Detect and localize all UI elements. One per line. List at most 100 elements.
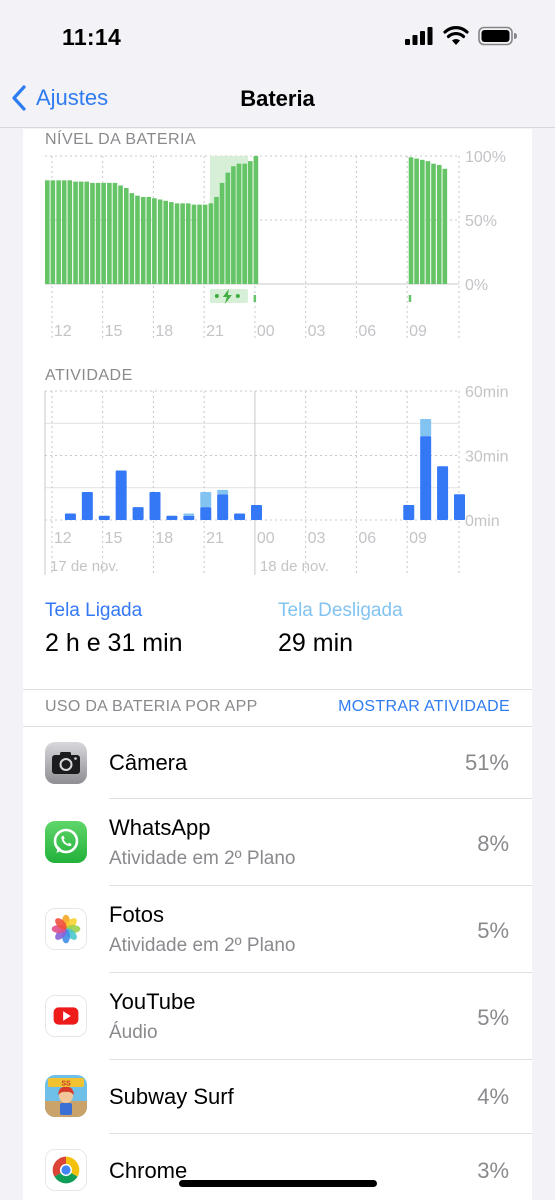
screen-on-bar xyxy=(183,515,195,520)
battery-bar xyxy=(202,204,208,284)
charge-dot xyxy=(214,294,219,298)
app-row-youtube[interactable]: YouTube Áudio 5% xyxy=(23,973,532,1060)
screen-on-bar xyxy=(132,507,144,520)
battery-bar xyxy=(408,157,414,284)
wifi-icon xyxy=(443,26,469,45)
battery-bar xyxy=(414,158,419,284)
screen-on-label: Tela Ligada xyxy=(45,600,143,621)
screen-off-bar xyxy=(200,492,212,508)
camera-icon xyxy=(45,742,87,784)
battery-bar xyxy=(45,180,50,284)
battery-bar xyxy=(118,185,123,284)
app-percentage: 5% xyxy=(477,1005,509,1030)
charge-marker xyxy=(253,295,257,302)
screen-on-bar xyxy=(403,504,415,520)
x-tick-label: 03 xyxy=(308,530,326,547)
screen-on-bar xyxy=(251,504,262,520)
app-subtitle: Atividade em 2º Plano xyxy=(109,848,296,869)
battery-bar xyxy=(56,180,61,284)
battery-bar xyxy=(214,196,219,284)
battery-bar xyxy=(242,163,248,284)
x-tick-label: 15 xyxy=(105,323,123,340)
battery-bar xyxy=(219,182,225,284)
battery-bar xyxy=(140,196,146,284)
battery-bar xyxy=(208,203,214,284)
navigation-bar: Ajustes Bateria xyxy=(0,70,555,128)
battery-bar xyxy=(73,181,78,284)
x-tick-label: 18 xyxy=(155,323,173,340)
battery-bar xyxy=(174,203,180,284)
y-tick-label: 50% xyxy=(465,213,497,230)
screen-on-bar xyxy=(149,492,161,520)
date-label: 18 de nov. xyxy=(260,558,329,575)
app-row-whatsapp[interactable]: WhatsApp Atividade em 2º Plano 8% xyxy=(23,799,532,886)
y-tick-label: 0% xyxy=(465,277,488,294)
screen-off-value: 29 min xyxy=(278,629,354,657)
battery-bar xyxy=(225,172,231,284)
battery-bar xyxy=(152,198,157,284)
screen-on-bar xyxy=(234,513,246,520)
battery-bar xyxy=(124,188,129,284)
battery-bar xyxy=(129,193,135,284)
screen-on-value: 2 h e 31 min xyxy=(45,629,183,657)
screen-on-bar xyxy=(437,466,449,520)
battery-bar xyxy=(50,180,56,284)
battery-bar xyxy=(253,156,259,284)
app-name: Chrome xyxy=(109,1158,188,1183)
app-row-fotos[interactable]: Fotos Atividade em 2º Plano 5% xyxy=(23,886,532,973)
app-row-chrome[interactable]: Chrome 3% xyxy=(23,1134,532,1200)
screen-on-bar xyxy=(115,470,127,520)
x-tick-label: 12 xyxy=(54,530,72,547)
battery-icon xyxy=(478,26,517,46)
chrome-icon xyxy=(45,1149,87,1191)
app-subtitle: Áudio xyxy=(109,1022,158,1043)
show-activity-button[interactable]: MOSTRAR ATIVIDADE xyxy=(338,698,510,716)
battery-bar xyxy=(436,164,442,284)
battery-bar xyxy=(163,200,169,284)
battery-bar xyxy=(112,182,118,284)
app-percentage: 4% xyxy=(477,1084,509,1109)
x-tick-label: 09 xyxy=(409,323,427,340)
app-subtitle: Atividade em 2º Plano xyxy=(109,935,296,956)
battery-bar xyxy=(67,180,73,284)
screen-on-bar xyxy=(98,515,110,520)
battery-level-label: NÍVEL DA BATERIA xyxy=(45,131,197,148)
battery-bar xyxy=(420,159,425,284)
battery-bar xyxy=(61,180,67,284)
x-tick-label: 00 xyxy=(257,530,275,547)
y-tick-label: 0min xyxy=(465,513,500,530)
status-bar: 11:14 xyxy=(0,0,555,70)
battery-bar xyxy=(135,195,140,284)
screen-off-label: Tela Desligada xyxy=(278,600,403,621)
screen-on-bar xyxy=(454,494,465,520)
battery-level-chart: 100% 50% 0% 12 15 18 21 00 03 06 09 xyxy=(45,149,506,340)
battery-bar xyxy=(191,204,197,284)
battery-bar xyxy=(78,181,84,284)
screen-on-bar xyxy=(200,507,212,520)
x-tick-label: 21 xyxy=(206,530,224,547)
y-tick-label: 30min xyxy=(465,449,509,466)
usage-header: USO DA BATERIA POR APP xyxy=(45,698,258,715)
app-row-camera[interactable]: Câmera 51% xyxy=(23,727,532,799)
battery-bar xyxy=(231,166,236,284)
battery-bar xyxy=(84,181,90,284)
app-percentage: 3% xyxy=(477,1158,509,1183)
x-tick-label: 03 xyxy=(308,323,326,340)
activity-chart: 60min 30min 0min 12 15 18 21 00 03 06 09 17 de no… xyxy=(44,384,509,575)
app-name: Subway Surf xyxy=(109,1084,234,1109)
cellular-signal-icon xyxy=(405,27,433,45)
x-tick-label: 21 xyxy=(206,323,224,340)
app-row-subway-surf[interactable]: SS Subway Surf 4% xyxy=(23,1060,532,1134)
home-indicator[interactable] xyxy=(179,1180,377,1187)
charge-dot xyxy=(235,294,240,298)
x-tick-label: 15 xyxy=(105,530,123,547)
battery-bar xyxy=(90,182,95,284)
youtube-icon xyxy=(45,995,87,1037)
x-tick-label: 06 xyxy=(358,323,376,340)
y-tick-label: 100% xyxy=(465,149,506,166)
subway-surf-icon: SS xyxy=(45,1075,87,1117)
screen-on-bar xyxy=(166,515,178,520)
divider xyxy=(23,689,532,690)
y-tick-label: 60min xyxy=(465,384,509,401)
battery-card: NÍVEL DA BATERIA 100% 50% 0% 12 15 18 21 00 03 0… xyxy=(23,129,532,1200)
